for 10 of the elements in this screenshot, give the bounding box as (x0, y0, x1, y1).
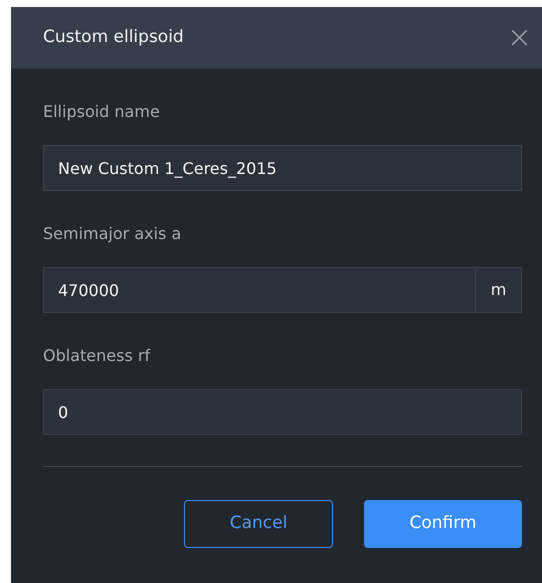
cancel-button[interactable]: Cancel (184, 500, 333, 548)
unit-label: m (476, 267, 522, 313)
field-label: Oblateness rf (43, 345, 152, 367)
input-field[interactable]: 0 (43, 389, 522, 435)
close-button[interactable]: × (506, 22, 532, 52)
dialog-title: Custom ellipsoid (43, 26, 184, 49)
input-field[interactable]: New Custom 1_Ceres_2015 (43, 145, 522, 191)
field-label: Ellipsoid name (43, 101, 161, 123)
field-label: Semimajor axis a (43, 223, 182, 245)
input-field[interactable]: 470000 (43, 267, 476, 313)
